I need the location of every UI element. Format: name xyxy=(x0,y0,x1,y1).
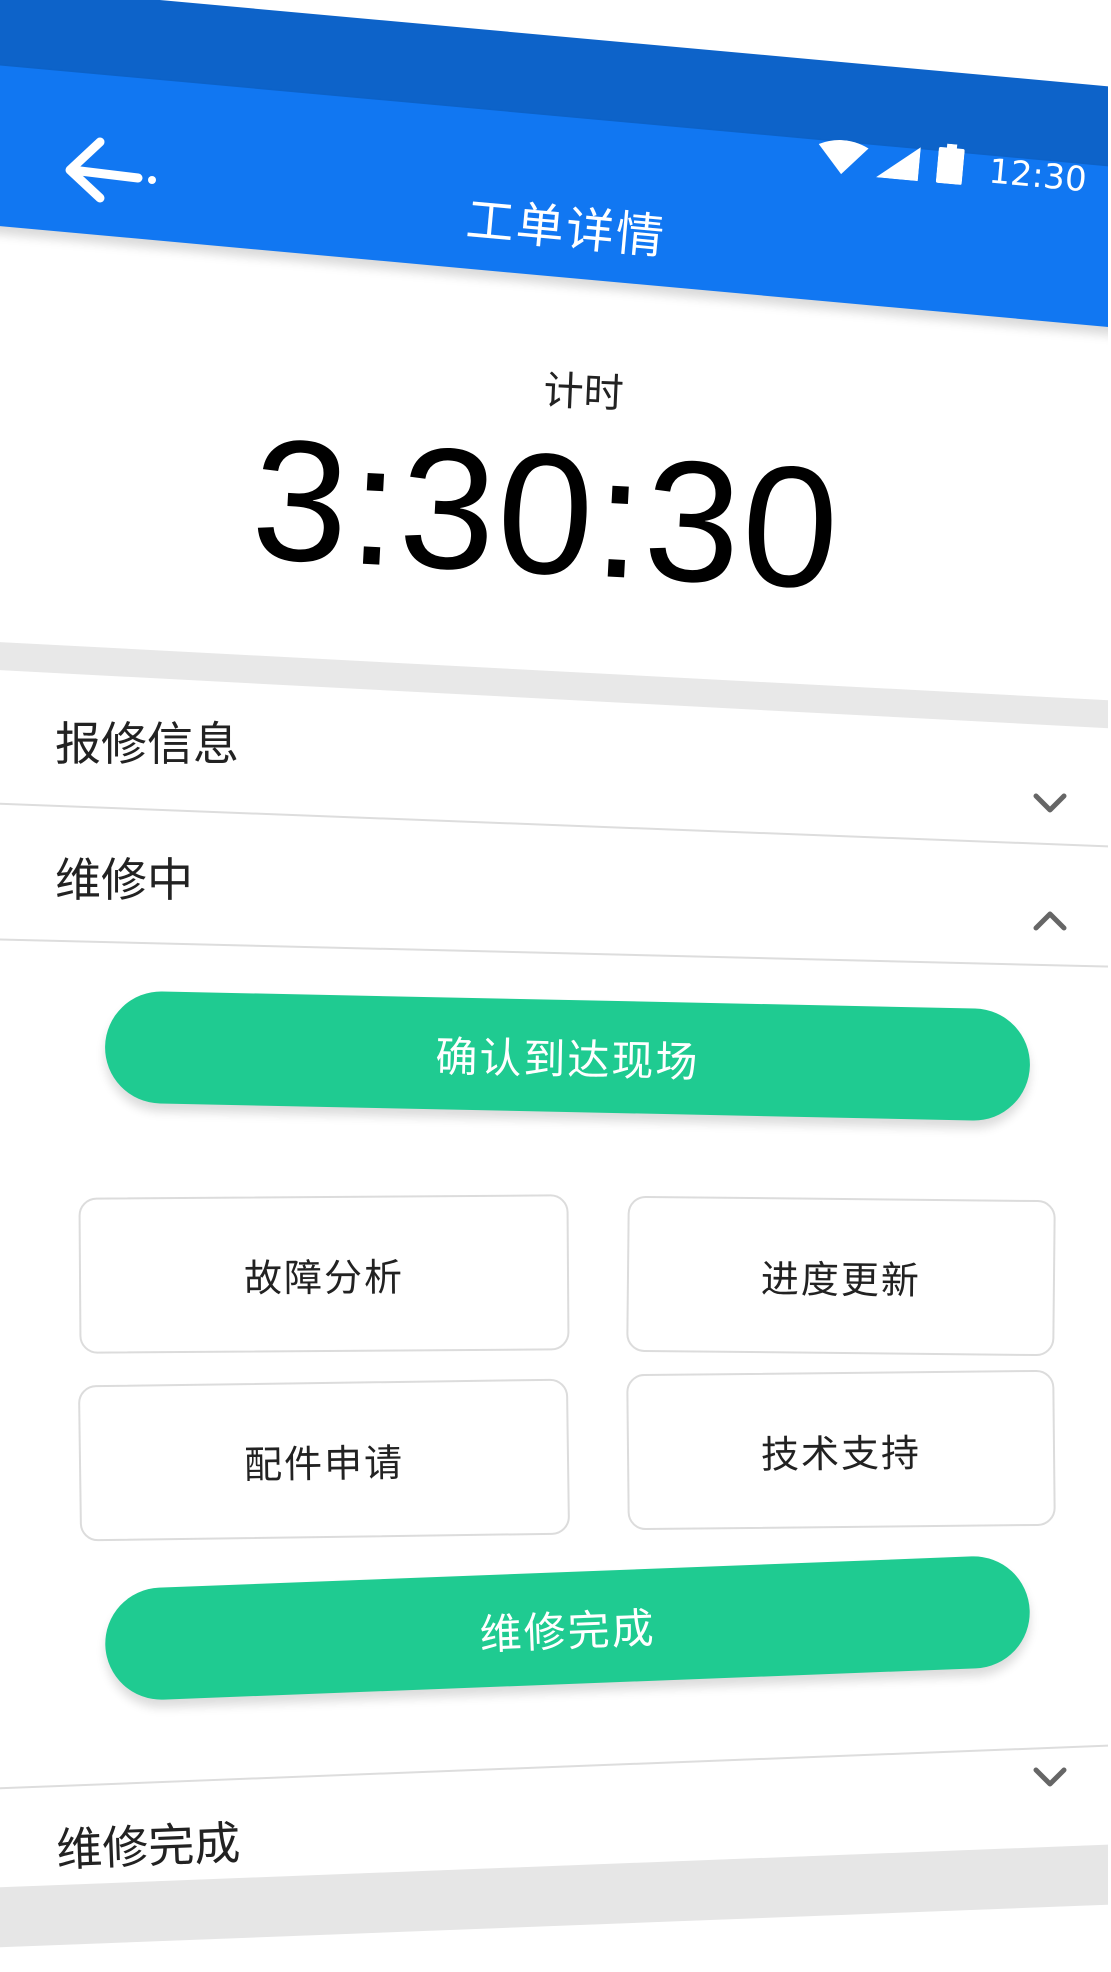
chevron-down-icon[interactable] xyxy=(1030,1762,1070,1792)
confirm-arrival-button[interactable]: 确认到达现场 xyxy=(103,990,1032,1122)
chevron-up-icon[interactable] xyxy=(1030,906,1070,936)
parts-request-button[interactable]: 配件申请 xyxy=(77,1378,571,1542)
timer-label: 计时 xyxy=(542,367,625,418)
phone-frame: 工单详情 12:30 计时 3:30:30 报修信息 维修中 确认到达现场 故障… xyxy=(0,0,1111,1972)
progress-update-button[interactable]: 进度更新 xyxy=(626,1195,1056,1357)
status-time: 12:30 xyxy=(987,151,1089,201)
back-button[interactable] xyxy=(60,130,160,210)
chevron-down-icon[interactable] xyxy=(1030,788,1070,818)
timer-value: 3:30:30 xyxy=(247,402,845,626)
section-header-repair-info[interactable]: 报修信息 xyxy=(55,708,239,774)
divider xyxy=(0,802,1111,851)
section-header-repair-complete[interactable]: 维修完成 xyxy=(55,1807,241,1880)
tech-support-button[interactable]: 技术支持 xyxy=(626,1369,1056,1531)
divider xyxy=(0,1741,1111,1790)
app-screen: 工单详情 12:30 计时 3:30:30 报修信息 维修中 确认到达现场 故障… xyxy=(0,0,1111,1972)
battery-icon xyxy=(935,143,965,185)
arrow-left-icon xyxy=(65,137,156,203)
section-header-in-repair[interactable]: 维修中 xyxy=(55,844,193,910)
repair-complete-button[interactable]: 维修完成 xyxy=(103,1554,1032,1702)
fault-analysis-button[interactable]: 故障分析 xyxy=(78,1194,570,1354)
signal-icon xyxy=(875,147,921,182)
wifi-icon xyxy=(818,140,869,175)
divider xyxy=(0,938,1111,970)
